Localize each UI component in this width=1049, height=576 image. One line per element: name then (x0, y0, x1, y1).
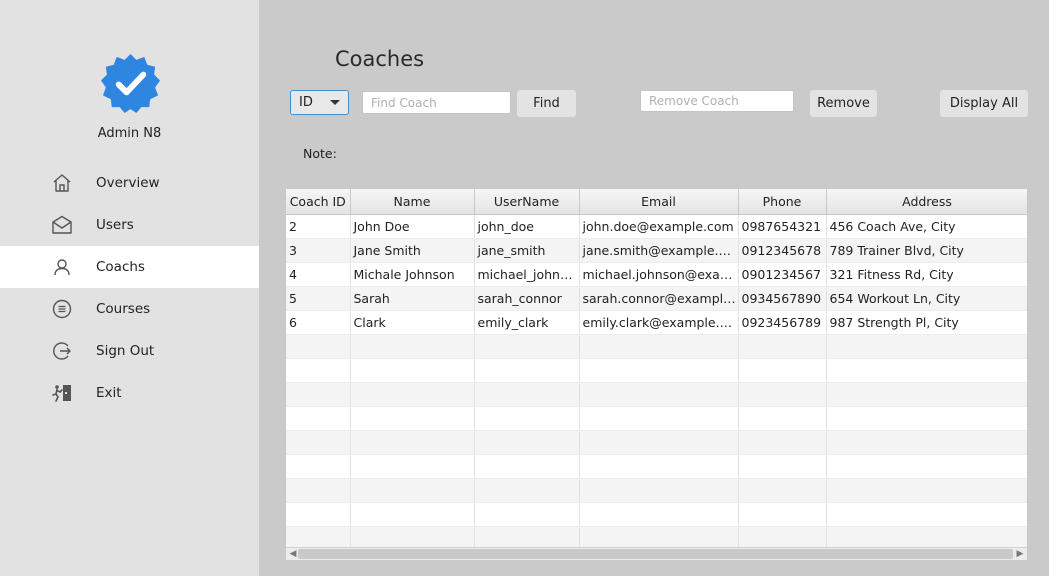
note-label: Note: (303, 146, 337, 161)
list-circle-icon (51, 298, 73, 320)
cell-phone: 0923456789 (738, 310, 827, 335)
empty-table-row (286, 358, 1027, 383)
remove-coach-input[interactable] (640, 90, 794, 112)
find-coach-input[interactable] (362, 91, 511, 114)
cell-username: emily_clark (474, 310, 580, 335)
horizontal-scrollbar[interactable]: ◀ ▶ (286, 547, 1027, 560)
column-header-coach-id[interactable]: Coach ID (286, 189, 351, 215)
column-header-name[interactable]: Name (350, 189, 475, 215)
column-header-phone[interactable]: Phone (738, 189, 827, 215)
sidebar-item-label: Overview (96, 175, 160, 191)
table-row[interactable]: 3 Jane Smith jane_smith jane.smith@examp… (286, 238, 1027, 263)
cell-address: 789 Trainer Blvd, City (826, 238, 1027, 263)
cell-phone: 0901234567 (738, 262, 827, 287)
cell-phone: 0912345678 (738, 238, 827, 263)
cell-address: 654 Workout Ln, City (826, 286, 1027, 311)
column-header-email[interactable]: Email (579, 189, 739, 215)
empty-table-row (286, 502, 1027, 527)
cell-name: Jane Smith (350, 238, 475, 263)
cell-name: John Doe (350, 214, 475, 239)
cell-name: Clark (350, 310, 475, 335)
cell-email: jane.smith@example.com (579, 238, 739, 263)
filter-select[interactable]: ID (290, 90, 349, 115)
cell-username: john_doe (474, 214, 580, 239)
table-row[interactable]: 2 John Doe john_doe john.doe@example.com… (286, 214, 1027, 239)
verified-badge-icon (100, 53, 161, 114)
cell-username: jane_smith (474, 238, 580, 263)
cell-username: sarah_connor (474, 286, 580, 311)
column-header-address[interactable]: Address (826, 189, 1027, 215)
remove-button[interactable]: Remove (810, 90, 877, 117)
table-row[interactable]: 4 Michale Johnson michael_johnson michae… (286, 262, 1027, 287)
cell-address: 321 Fitness Rd, City (826, 262, 1027, 287)
empty-table-row (286, 406, 1027, 431)
cell-coach-id: 6 (286, 310, 351, 335)
table-row[interactable]: 6 Clark emily_clark emily.clark@example.… (286, 310, 1027, 335)
empty-table-row (286, 454, 1027, 479)
sidebar-item-label: Coachs (96, 259, 145, 275)
cell-phone: 0987654321 (738, 214, 827, 239)
sidebar-item-sign-out[interactable]: Sign Out (0, 330, 259, 372)
envelope-icon (51, 214, 73, 236)
cell-username: michael_johnson (474, 262, 580, 287)
table-header-row: Coach ID Name UserName Email Phone Addre… (286, 189, 1027, 215)
cell-email: sarah.connor@example.... (579, 286, 739, 311)
cell-name: Sarah (350, 286, 475, 311)
cell-email: michael.johnson@exam... (579, 262, 739, 287)
sidebar-item-overview[interactable]: Overview (0, 162, 259, 204)
sidebar-item-courses[interactable]: Courses (0, 288, 259, 330)
display-all-button[interactable]: Display All (940, 90, 1028, 117)
user-icon (51, 256, 73, 278)
sidebar-item-coachs[interactable]: Coachs (0, 246, 259, 288)
cell-coach-id: 3 (286, 238, 351, 263)
cell-name: Michale Johnson (350, 262, 475, 287)
cell-address: 987 Strength Pl, City (826, 310, 1027, 335)
sidebar-item-label: Courses (96, 301, 151, 317)
column-header-username[interactable]: UserName (474, 189, 580, 215)
home-icon (51, 172, 73, 194)
filter-select-value: ID (299, 95, 313, 110)
find-button[interactable]: Find (517, 90, 576, 117)
chevron-down-icon (330, 100, 340, 105)
cell-email: john.doe@example.com (579, 214, 739, 239)
cell-coach-id: 4 (286, 262, 351, 287)
main-content: Coaches ID Find Remove Display All Note:… (259, 0, 1049, 576)
admin-name: Admin N8 (97, 126, 162, 141)
sidebar-item-label: Sign Out (96, 343, 155, 359)
sidebar: Admin N8 Overview Users Coachs Courses S… (0, 0, 259, 576)
empty-table-row (286, 334, 1027, 359)
cell-phone: 0934567890 (738, 286, 827, 311)
sidebar-item-label: Users (96, 217, 134, 233)
page-title: Coaches (335, 47, 425, 71)
table-row[interactable]: 5 Sarah sarah_connor sarah.connor@exampl… (286, 286, 1027, 311)
empty-table-row (286, 430, 1027, 455)
sign-out-icon (51, 340, 73, 362)
scroll-right-icon[interactable]: ▶ (1014, 548, 1026, 560)
sidebar-item-label: Exit (96, 385, 122, 401)
empty-table-row (286, 478, 1027, 503)
sidebar-item-users[interactable]: Users (0, 204, 259, 246)
exit-icon (51, 382, 73, 404)
cell-coach-id: 2 (286, 214, 351, 239)
scrollbar-thumb[interactable] (298, 549, 1013, 559)
cell-email: emily.clark@example.com (579, 310, 739, 335)
sidebar-nav: Overview Users Coachs Courses Sign Out E… (0, 162, 259, 414)
cell-coach-id: 5 (286, 286, 351, 311)
sidebar-item-exit[interactable]: Exit (0, 372, 259, 414)
coaches-table[interactable]: Coach ID Name UserName Email Phone Addre… (285, 188, 1028, 561)
cell-address: 456 Coach Ave, City (826, 214, 1027, 239)
empty-table-row (286, 382, 1027, 407)
